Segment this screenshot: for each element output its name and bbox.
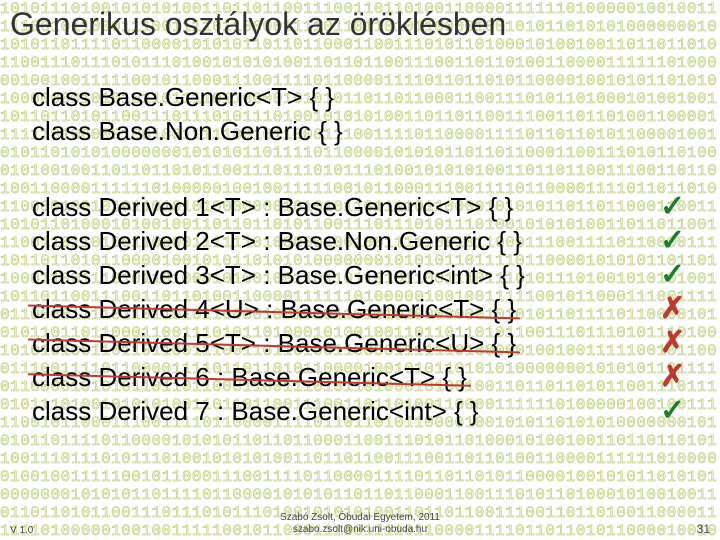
cross-icon: ✗ <box>660 326 685 360</box>
code-line: class Derived 2<T> : Base.Non.Generic { … <box>32 224 525 258</box>
code-line: class Derived 6 : Base.Generic<T> { } <box>32 360 525 394</box>
code-line: class Derived 5<T> : Base.Generic<U> { } <box>32 326 525 360</box>
code-line: class Derived 7 : Base.Generic<int> { } <box>32 394 525 428</box>
strike-line: class Derived 4<U> : Base.Generic<T> { } <box>32 294 516 324</box>
code-line: class Derived 1<T> : Base.Generic<T> { } <box>32 190 525 224</box>
cross-icon: ✗ <box>660 360 685 394</box>
code-line: class Base.Non.Generic { } <box>32 114 343 148</box>
code-line: class Base.Generic<T> { } <box>32 80 343 114</box>
footer-page-number: 31 <box>697 522 710 536</box>
strike-line: class Derived 6 : Base.Generic<T> { } <box>32 362 467 392</box>
check-icon: ✓ <box>660 190 685 224</box>
code-line: class Derived 4<U> : Base.Generic<T> { } <box>32 292 525 326</box>
code-block-derived: class Derived 1<T> : Base.Generic<T> { }… <box>32 190 525 428</box>
validity-marks: ✓ ✓ ✓ ✗ ✗ ✗ ✓ <box>660 190 685 428</box>
cross-icon: ✗ <box>660 292 685 326</box>
footer-author-line1: Szabó Zsolt, Óbudai Egyetem, 2011 <box>280 512 440 523</box>
slide-title: Generikus osztályok az öröklésben <box>10 6 506 43</box>
footer-version: V 1.0 <box>10 525 33 536</box>
check-icon: ✓ <box>660 394 685 428</box>
code-block-base: class Base.Generic<T> { } class Base.Non… <box>32 80 343 148</box>
check-icon: ✓ <box>660 258 685 292</box>
code-line: class Derived 3<T> : Base.Generic<int> {… <box>32 258 525 292</box>
footer-author-line2: szabo.zsolt@nik.uni-obuda.hu <box>293 524 427 535</box>
check-icon: ✓ <box>660 224 685 258</box>
footer-author: Szabó Zsolt, Óbudai Egyetem, 2011 szabo.… <box>280 512 440 536</box>
strike-line: class Derived 5<T> : Base.Generic<U> { } <box>32 328 516 358</box>
